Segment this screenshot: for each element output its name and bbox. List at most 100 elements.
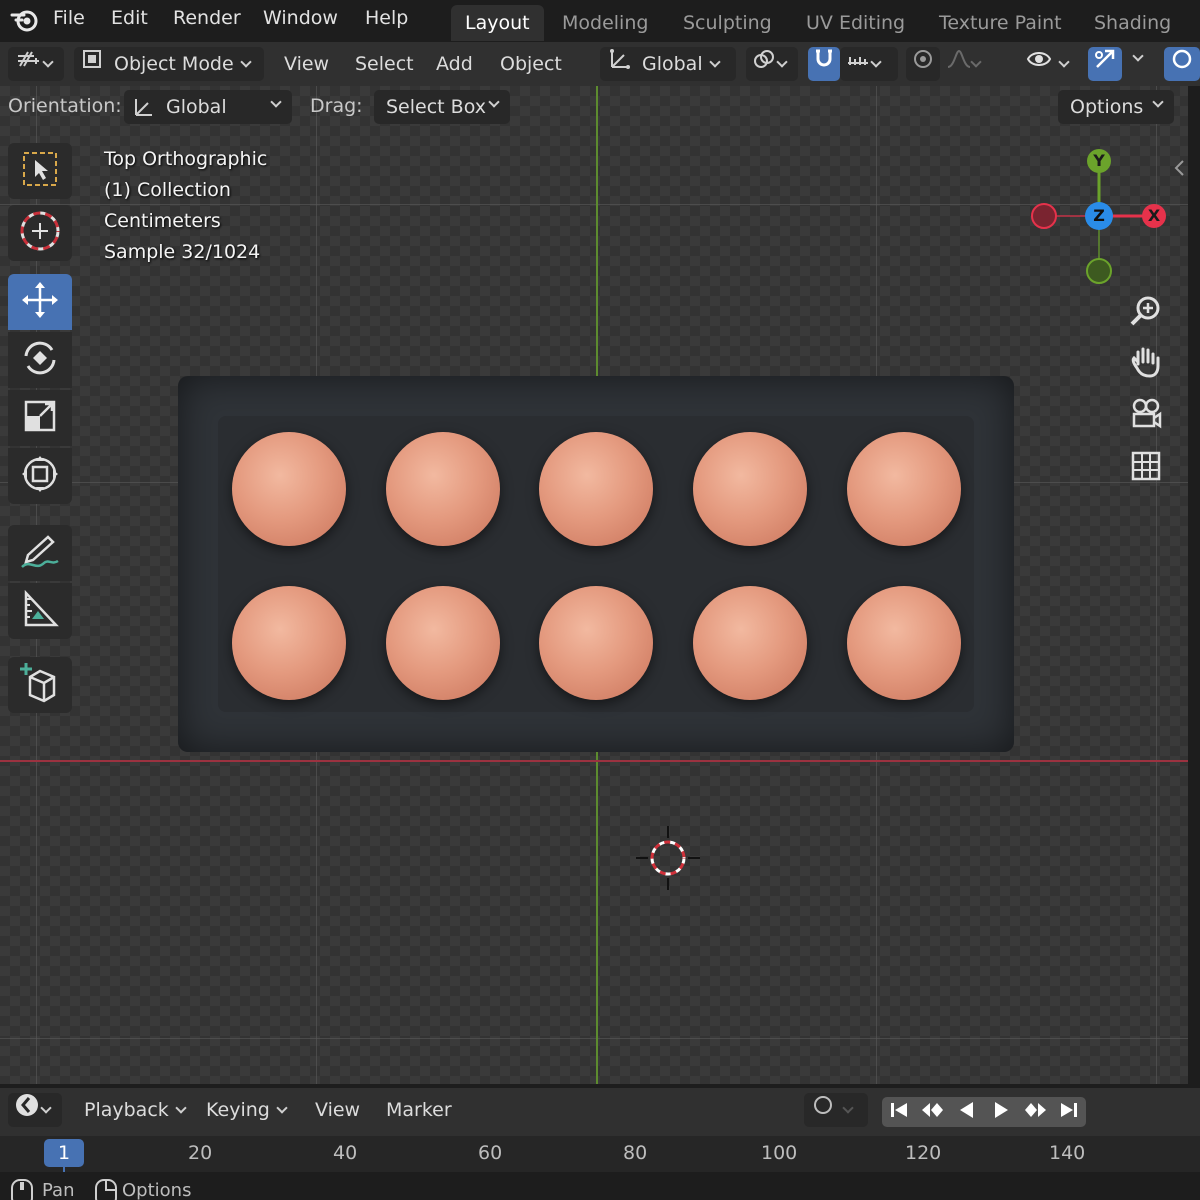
drag-dropdown[interactable]: Select Box (374, 90, 510, 124)
orientation-axes-icon (132, 95, 156, 130)
play-reverse-button[interactable] (950, 1097, 984, 1127)
snap-increment-icon (846, 47, 870, 82)
timeline-editor-type-button[interactable] (8, 1093, 62, 1127)
scale-icon (20, 396, 60, 441)
add-cube-tool[interactable] (8, 657, 72, 713)
gizmo-y-axis-icon[interactable]: Y (1087, 149, 1111, 173)
frame-tick: 120 (905, 1142, 942, 1164)
menu-playback[interactable]: Playback (84, 1093, 191, 1127)
overlay-toggle-button[interactable] (1164, 47, 1200, 81)
keyframe-back-icon (920, 1100, 946, 1125)
egg-object[interactable] (847, 586, 961, 700)
auto-keying-toggle[interactable] (804, 1093, 868, 1127)
menu-file[interactable]: File (53, 7, 85, 29)
gizmo-icon (1093, 47, 1117, 82)
keyframe-forward-icon (1022, 1100, 1048, 1125)
frame-tick: 40 (333, 1142, 358, 1164)
status-options-label: Options (122, 1180, 192, 1200)
blender-logo-icon[interactable] (10, 6, 40, 39)
menu-select[interactable]: Select (355, 47, 414, 81)
3d-viewport[interactable]: Top Orthographic (1) Collection Centimet… (0, 86, 1188, 1084)
measure-tool[interactable] (8, 583, 72, 639)
menu-keying[interactable]: Keying (206, 1093, 292, 1127)
current-frame-indicator[interactable]: 1 (44, 1139, 84, 1167)
select-box-tool[interactable] (8, 143, 72, 199)
ortho-grid-icon[interactable] (1130, 450, 1162, 487)
mode-label: Object Mode (114, 53, 234, 75)
snap-target-dropdown[interactable] (840, 47, 898, 81)
egg-object[interactable] (232, 586, 346, 700)
x-axis-line (0, 760, 1188, 762)
jump-keyframe-back-button[interactable] (916, 1097, 950, 1127)
egg-object[interactable] (539, 432, 653, 546)
editor-type-button[interactable] (8, 47, 64, 81)
gizmo-z-axis-icon[interactable]: Z (1085, 202, 1113, 230)
object-mode-icon (80, 47, 104, 82)
clock-icon (14, 1092, 40, 1129)
pan-hand-icon[interactable] (1128, 344, 1164, 385)
3d-cursor-icon[interactable] (636, 826, 700, 890)
menu-edit[interactable]: Edit (111, 7, 148, 29)
tab-modeling[interactable]: Modeling (548, 5, 662, 41)
navigation-gizmo[interactable]: X Y Z (1026, 144, 1172, 290)
transform-orientation-dropdown[interactable]: Global (600, 47, 736, 81)
egg-object[interactable] (386, 432, 500, 546)
tab-shading[interactable]: Shading (1080, 5, 1185, 41)
link-icon (752, 47, 776, 82)
options-dropdown[interactable]: Options (1058, 90, 1174, 124)
menu-window[interactable]: Window (263, 7, 338, 29)
proportional-falloff-dropdown[interactable] (942, 47, 992, 81)
play-button[interactable] (984, 1097, 1018, 1127)
orientation-dropdown[interactable]: Global (124, 90, 292, 124)
ruler-icon (20, 589, 60, 634)
egg-object[interactable] (847, 432, 961, 546)
pivot-point-dropdown[interactable] (746, 47, 798, 81)
menu-help[interactable]: Help (365, 7, 408, 29)
timeline-menu-marker[interactable]: Marker (386, 1093, 452, 1127)
play-reverse-icon (957, 1100, 977, 1125)
menu-object[interactable]: Object (500, 47, 562, 81)
move-tool[interactable] (8, 274, 72, 330)
annotate-tool[interactable] (8, 525, 72, 581)
tab-sculpting[interactable]: Sculpting (669, 5, 786, 41)
timeline-ruler[interactable]: 20 40 60 80 100 120 140 (0, 1136, 1200, 1172)
egg-object[interactable] (693, 586, 807, 700)
gizmo-dropdown-chevron-icon[interactable] (1132, 50, 1144, 62)
mode-dropdown[interactable]: Object Mode (74, 47, 264, 81)
record-icon (812, 1093, 834, 1127)
scale-tool[interactable] (8, 390, 72, 446)
camera-view-icon[interactable] (1128, 396, 1164, 437)
snap-toggle-button[interactable] (808, 47, 840, 81)
proportional-edit-toggle[interactable] (906, 47, 940, 81)
gizmo-toggle-button[interactable] (1088, 47, 1122, 81)
tab-layout[interactable]: Layout (451, 5, 544, 41)
egg-object[interactable] (386, 586, 500, 700)
drag-label: Drag: (310, 95, 363, 117)
frame-tick: 80 (623, 1142, 648, 1164)
jump-start-button[interactable] (882, 1097, 916, 1127)
transform-tool[interactable] (8, 448, 72, 504)
rotate-icon (20, 338, 60, 383)
egg-object[interactable] (539, 586, 653, 700)
tab-uv-editing[interactable]: UV Editing (792, 5, 919, 41)
menu-view[interactable]: View (284, 47, 329, 81)
egg-object[interactable] (693, 432, 807, 546)
timeline-menu-view[interactable]: View (315, 1093, 360, 1127)
jump-end-button[interactable] (1052, 1097, 1086, 1127)
orientation-value: Global (166, 96, 227, 118)
transform-icon (20, 454, 60, 499)
rotate-tool[interactable] (8, 332, 72, 388)
cursor-tool[interactable] (8, 205, 72, 261)
jump-keyframe-forward-button[interactable] (1018, 1097, 1052, 1127)
sidebar-toggle-chevron-icon[interactable] (1172, 158, 1186, 183)
magnet-icon (812, 47, 836, 82)
egg-object[interactable] (232, 432, 346, 546)
zoom-icon[interactable] (1128, 294, 1164, 335)
visibility-dropdown[interactable] (1022, 47, 1078, 81)
egg-tray-object[interactable] (178, 376, 1014, 752)
gizmo-x-axis-icon[interactable]: X (1142, 204, 1166, 228)
menu-add[interactable]: Add (436, 47, 473, 81)
tab-texture-paint[interactable]: Texture Paint (925, 5, 1076, 41)
viewport-info-overlay: Top Orthographic (1) Collection Centimet… (104, 144, 267, 268)
menu-render[interactable]: Render (173, 7, 241, 29)
